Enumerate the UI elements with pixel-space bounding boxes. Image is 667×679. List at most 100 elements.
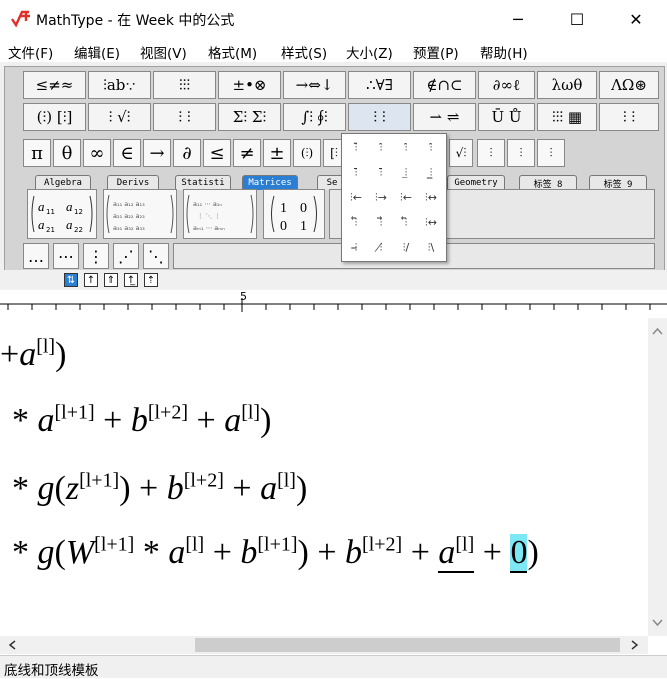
symbol-pi[interactable]: π: [23, 139, 51, 167]
symbol-element-of[interactable]: ∈: [113, 139, 141, 167]
svg-text:0: 0: [300, 201, 307, 216]
dots-vertical[interactable]: ⋮: [83, 243, 109, 269]
symbol-not-equal[interactable]: ≠: [233, 139, 261, 167]
palette-spaces-ellipses[interactable]: ⫶ab∵: [88, 71, 151, 99]
svg-text:1: 1: [280, 201, 287, 216]
template-matrix-2x2[interactable]: a 11 a 12 a 21 a 22: [27, 189, 97, 239]
dd-both-arrow-over[interactable]: ⫶↔: [421, 188, 441, 208]
minimize-button[interactable]: ─: [495, 4, 541, 34]
dd-wide-hat-over[interactable]: ⫶̂: [421, 138, 441, 158]
window-title: MathType - 在 Week 中的公式: [36, 13, 235, 29]
nudge-underline-icon[interactable]: ↑̲: [124, 273, 138, 287]
tab-algebra[interactable]: Algebra: [35, 175, 91, 190]
palette-arrows[interactable]: →⇔↓: [283, 71, 346, 99]
dd-left-arrow-over-2[interactable]: ⫶←: [396, 188, 416, 208]
palette-operators[interactable]: ±•⊗: [218, 71, 281, 99]
dd-double-underbar[interactable]: ⫶̳: [421, 163, 441, 183]
symbol-subsup[interactable]: ⫶: [537, 139, 565, 167]
palette-labeled-arrows[interactable]: ⇀ ⇌: [413, 103, 476, 131]
dd-left-arrow-under-2[interactable]: ⫶⃖: [396, 213, 416, 233]
symbol-infinity[interactable]: ∞: [83, 139, 111, 167]
maximize-button[interactable]: ☐: [554, 4, 600, 34]
equation-line-4: * g(W[l+1] * a[l] + b[l+1]) + b[l+2] + a…: [12, 533, 539, 573]
template-matrix-mxn[interactable]: a₁₁ ⋯ a₁ₙ ⋮ ⋱ ⋮ aₘ₁ ⋯ aₘₙ: [183, 189, 257, 239]
palette-integrals[interactable]: ∫⫶ ∮⫶: [283, 103, 346, 131]
dd-right-arrow-under[interactable]: ⫶⃗: [371, 213, 391, 233]
tab-label-8[interactable]: 标签 8: [519, 175, 577, 190]
tab-statistics[interactable]: Statisti: [175, 175, 231, 190]
svg-text:12: 12: [74, 208, 83, 216]
menu-edit[interactable]: 编辑(E): [74, 42, 120, 62]
menu-help[interactable]: 帮助(H): [480, 42, 528, 62]
palette-greek-lower[interactable]: λωθ: [537, 71, 597, 99]
palette-relations[interactable]: ≤≠≈: [23, 71, 86, 99]
dd-underbar[interactable]: ⫶̲: [396, 163, 416, 183]
dd-backslash-out[interactable]: ⫶\: [421, 238, 441, 258]
symbol-right-arrow[interactable]: →: [143, 139, 171, 167]
menu-size[interactable]: 大小(Z): [346, 42, 393, 62]
palette-sums[interactable]: Σ⫶ Σ⫶: [218, 103, 281, 131]
title-bar: MathType - 在 Week 中的公式 ─ ☐ ✕: [0, 0, 667, 38]
dd-tilde-over[interactable]: ⫶̃: [346, 138, 366, 158]
menu-view[interactable]: 视图(V): [140, 42, 187, 62]
equation-editor[interactable]: +a[l]) * a[l+1] + b[l+2] + a[l]) * g(z[l…: [0, 318, 648, 636]
tab-geometry[interactable]: Geometry: [447, 175, 505, 190]
palette-scripts[interactable]: ⫶ ⫶: [153, 103, 216, 131]
palette-matrices[interactable]: ⫶⫶⫶ ▦: [537, 103, 597, 131]
svg-text:⋮ ⋱ ⋮: ⋮ ⋱ ⋮: [197, 212, 221, 220]
palette-fences[interactable]: (⫶) [⫶]: [23, 103, 86, 131]
dots-diagonal-down[interactable]: ⋱: [143, 243, 169, 269]
dd-left-arrow-over[interactable]: ⫶←: [346, 188, 366, 208]
symbol-subscript[interactable]: ⫶: [507, 139, 535, 167]
palette-underbar-overbar[interactable]: ⫶ ⫶: [348, 103, 411, 131]
close-button[interactable]: ✕: [613, 4, 659, 34]
template-identity-matrix[interactable]: 1 0 0 1: [263, 189, 325, 239]
menu-style[interactable]: 样式(S): [281, 42, 327, 62]
vertical-scrollbar[interactable]: [648, 318, 667, 636]
dd-overbar[interactable]: ⫶̄: [346, 163, 366, 183]
palette-fractions-radicals[interactable]: ⫶ √⫶: [88, 103, 151, 131]
dots-diagonal-up[interactable]: ⋰: [113, 243, 139, 269]
dd-right-arrow-over[interactable]: ⫶→: [371, 188, 391, 208]
tab-matrices[interactable]: Matrices: [242, 175, 298, 190]
horizontal-scroll-thumb[interactable]: [195, 638, 620, 652]
menu-file[interactable]: 文件(F): [8, 42, 53, 62]
symbol-superscript[interactable]: ⫶: [477, 139, 505, 167]
nudge-up-double-icon[interactable]: ⇑: [104, 273, 118, 287]
palette-set-theory[interactable]: ∉∩⊂: [413, 71, 476, 99]
dd-hat-over[interactable]: ⫶̂: [371, 138, 391, 158]
dd-slash-out[interactable]: ⫶/: [396, 238, 416, 258]
matrix-2x2-icon: a 11 a 12 a 21 a 22: [31, 195, 93, 234]
palette-misc[interactable]: ∂∞ℓ: [478, 71, 535, 99]
palette-boxes[interactable]: ⫶ ⫶: [599, 103, 659, 131]
palette-logic[interactable]: ∴∀∃: [348, 71, 411, 99]
dots-horizontal-center[interactable]: ⋯: [53, 243, 79, 269]
dd-both-arrow-under[interactable]: ⫶↔: [421, 213, 441, 233]
dd-double-overbar[interactable]: ⫶̄: [371, 163, 391, 183]
dd-strikethrough[interactable]: ⫶̶: [346, 238, 366, 258]
palette-products[interactable]: Ū Ů: [478, 103, 535, 131]
horizontal-scrollbar[interactable]: [0, 636, 648, 654]
menu-format[interactable]: 格式(M): [208, 42, 257, 62]
symbol-plus-minus[interactable]: ±: [263, 139, 291, 167]
template-matrix-3x3[interactable]: a₁₁ a₁₂ a₁₃ a₂₁ a₂₂ a₂₃ a₃₁ a₃₂ a₃₃: [103, 189, 177, 239]
symbol-parens[interactable]: (⫶): [293, 139, 321, 167]
svg-text:21: 21: [46, 226, 55, 234]
tab-derivs[interactable]: Derivs: [107, 175, 159, 190]
dd-cross-out[interactable]: ⫶̸: [371, 238, 391, 258]
tab-label-9[interactable]: 标签 9: [589, 175, 647, 190]
symbol-less-equal[interactable]: ≤: [203, 139, 231, 167]
menu-preferences[interactable]: 预置(P): [413, 42, 459, 62]
dd-left-arrow-under[interactable]: ⫶⃖: [346, 213, 366, 233]
svg-text:a: a: [38, 217, 45, 232]
nudge-up-icon[interactable]: ↑: [84, 273, 98, 287]
palette-embellishments[interactable]: ⫶⫶⫶: [153, 71, 216, 99]
palette-greek-upper[interactable]: ΛΩ⊛: [599, 71, 659, 99]
dd-arc-over[interactable]: ⫶̂: [396, 138, 416, 158]
symbol-sqrt[interactable]: √⫶: [449, 139, 473, 167]
symbol-theta[interactable]: θ: [53, 139, 81, 167]
align-center-baseline-icon[interactable]: ⇅: [64, 273, 78, 287]
nudge-dashed-icon[interactable]: ⇡: [144, 273, 158, 287]
dots-horizontal-baseline[interactable]: …: [23, 243, 49, 269]
symbol-partial[interactable]: ∂: [173, 139, 201, 167]
